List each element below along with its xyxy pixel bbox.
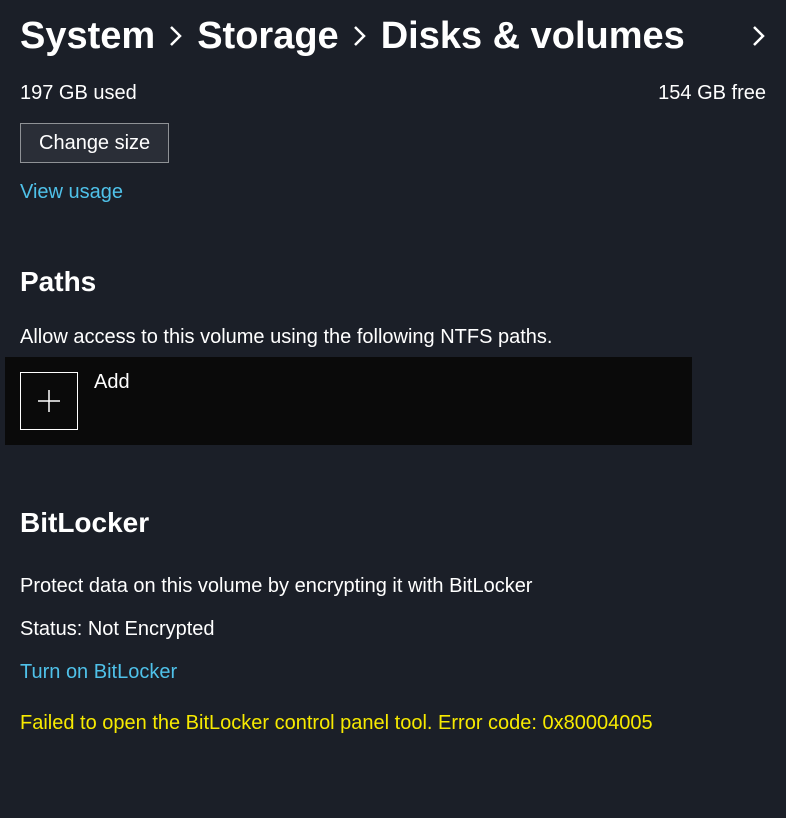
bitlocker-error: Failed to open the BitLocker control pan…	[20, 712, 766, 735]
bitlocker-description: Protect data on this volume by encryptin…	[20, 575, 766, 598]
plus-icon	[35, 387, 63, 415]
breadcrumb-system[interactable]: System	[20, 15, 155, 58]
chevron-right-icon	[169, 25, 183, 47]
paths-heading: Paths	[20, 266, 766, 298]
add-path-label: Add	[94, 371, 130, 394]
bitlocker-heading: BitLocker	[20, 507, 766, 539]
breadcrumb-disks-volumes[interactable]: Disks & volumes	[381, 15, 685, 58]
breadcrumb: System Storage Disks & volumes	[0, 0, 786, 72]
chevron-right-icon	[752, 25, 766, 47]
usage-summary: 197 GB used 154 GB free	[20, 82, 766, 105]
usage-used-label: 197 GB used	[20, 82, 137, 105]
add-path-button[interactable]	[20, 372, 78, 430]
turn-on-bitlocker-link[interactable]: Turn on BitLocker	[20, 661, 177, 684]
view-usage-link[interactable]: View usage	[20, 181, 123, 204]
add-path-row[interactable]: Add	[5, 357, 692, 445]
paths-description: Allow access to this volume using the fo…	[20, 326, 766, 349]
chevron-right-icon	[353, 25, 367, 47]
usage-free-label: 154 GB free	[658, 82, 766, 105]
breadcrumb-storage[interactable]: Storage	[197, 15, 338, 58]
change-size-button[interactable]: Change size	[20, 123, 169, 163]
bitlocker-status: Status: Not Encrypted	[20, 618, 766, 641]
